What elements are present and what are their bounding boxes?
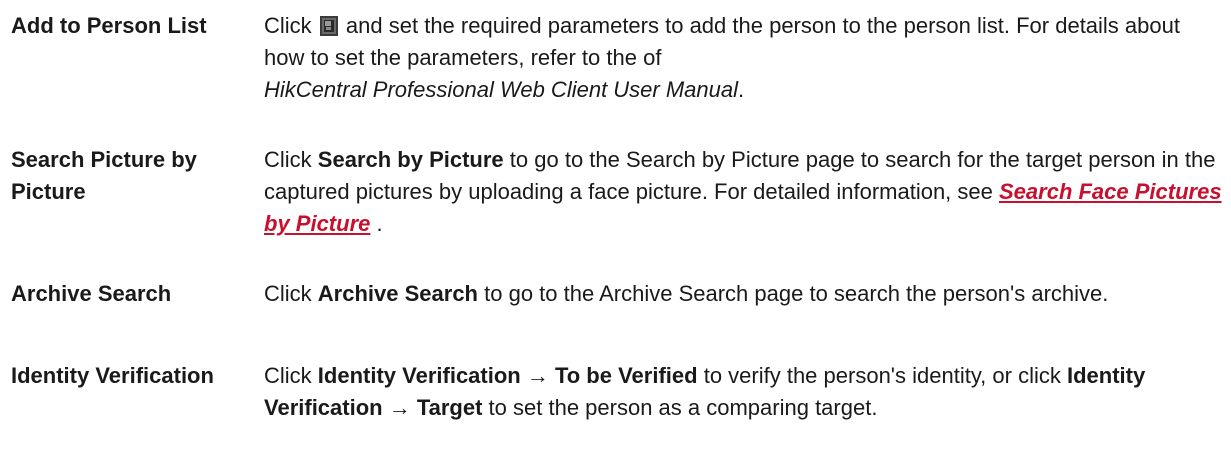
desc-text: to verify the person's identity, or clic… xyxy=(703,363,1061,388)
desc-text: . xyxy=(738,77,745,102)
table-row: Archive Search Click Archive Search to g… xyxy=(0,278,1231,310)
ui-reference: Search by Picture xyxy=(317,147,504,172)
row-description: Click Identity Verification → To be Veri… xyxy=(264,360,1224,424)
ui-reference: Archive Search xyxy=(317,281,478,306)
row-description: Click and set the required parameters to… xyxy=(264,10,1224,106)
table-row: Search Picture by Picture Click Search b… xyxy=(0,144,1231,240)
desc-text: to go to the Archive Search page to sear… xyxy=(484,281,1109,306)
row-term: Archive Search xyxy=(11,281,172,306)
ui-reference: Identity Verification → To be Verified xyxy=(317,363,698,388)
table-row: Identity Verification Click Identity Ver… xyxy=(0,360,1231,424)
row-term: Add to Person List xyxy=(11,13,207,38)
row-description: Click Archive Search to go to the Archiv… xyxy=(264,278,1224,310)
manual-title: HikCentral Professional Web Client User … xyxy=(264,77,739,102)
desc-text: Click xyxy=(264,147,312,172)
desc-text: Click xyxy=(264,363,312,388)
row-description: Click Search by Picture to go to the Sea… xyxy=(264,144,1224,240)
table-row: Add to Person List Click and set the req… xyxy=(0,10,1231,106)
desc-text: to set the person as a comparing target. xyxy=(488,395,878,420)
desc-text: Click xyxy=(264,281,312,306)
desc-text: Click xyxy=(264,13,312,38)
desc-text: and set the required parameters to add t… xyxy=(264,13,1180,70)
add-to-list-icon[interactable] xyxy=(319,13,338,36)
row-term: Identity Verification xyxy=(11,363,214,388)
desc-text: . xyxy=(376,211,383,236)
row-term: Search Picture by Picture xyxy=(11,147,197,204)
